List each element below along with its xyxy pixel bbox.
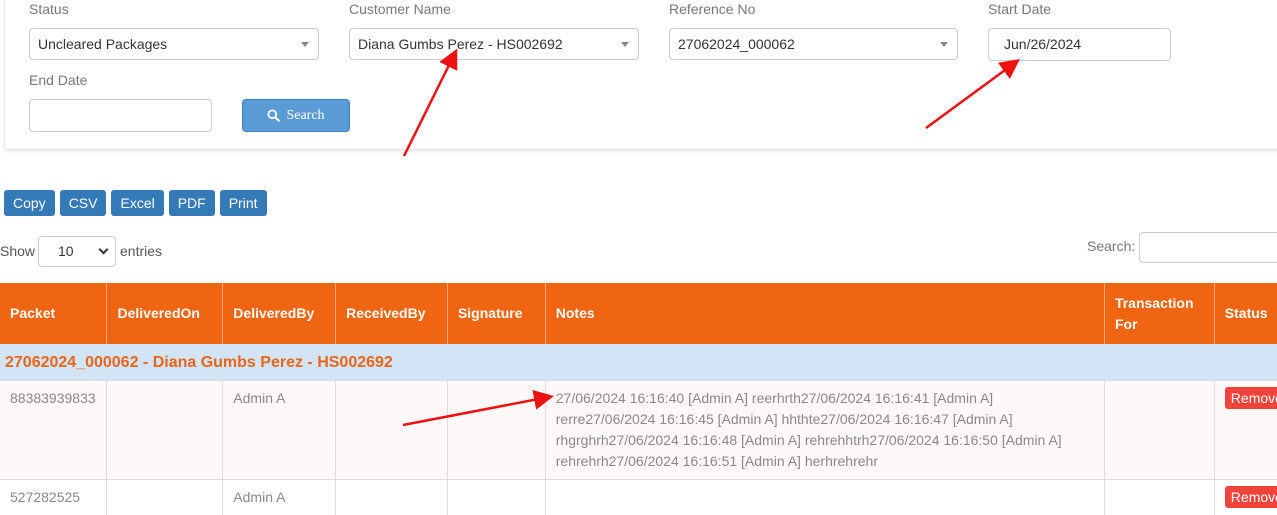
notes-cell: 27/06/2024 16:16:40 [Admin A] reerhrth27… — [545, 380, 1105, 480]
column-header-transaction-for[interactable]: Transaction For — [1104, 283, 1215, 344]
signature-cell — [447, 479, 546, 515]
caret-down-icon — [940, 42, 948, 47]
signature-cell — [447, 380, 546, 480]
table-row: 527282525 Admin A Remove — [0, 479, 1277, 515]
table-search-label: Search: — [1087, 238, 1136, 254]
column-header-delivered-by[interactable]: DeliveredBy — [222, 283, 337, 344]
start-date-label: Start Date — [988, 1, 1052, 17]
search-button[interactable]: Search — [242, 99, 350, 132]
customer-name-select[interactable]: Diana Gumbs Perez - HS002692 — [349, 28, 639, 60]
table-row: 88383939833 Admin A 27/06/2024 16:16:40 … — [0, 380, 1277, 480]
table-header-row: Packet DeliveredOn DeliveredBy ReceivedB… — [0, 283, 1277, 344]
received-by-cell — [335, 479, 448, 515]
end-date-label: End Date — [29, 72, 88, 88]
received-by-cell — [335, 380, 448, 480]
column-header-notes[interactable]: Notes — [545, 283, 1105, 344]
customer-name-label: Customer Name — [349, 1, 451, 17]
entries-per-page-select[interactable]: 10 — [38, 236, 116, 267]
print-button[interactable]: Print — [219, 190, 267, 216]
copy-button[interactable]: Copy — [4, 190, 55, 216]
group-header-row: 27062024_000062 - Diana Gumbs Perez - HS… — [0, 344, 1277, 381]
transaction-for-cell — [1104, 479, 1215, 515]
search-button-label: Search — [286, 107, 325, 123]
caret-down-icon — [621, 42, 629, 47]
page: Status Uncleared Packages Customer Name … — [0, 0, 1277, 515]
delivered-by-cell: Admin A — [222, 479, 337, 515]
delivered-on-cell — [106, 380, 224, 480]
caret-down-icon — [301, 42, 309, 47]
transaction-for-cell — [1104, 380, 1215, 480]
group-header-label: 27062024_000062 - Diana Gumbs Perez - HS… — [0, 344, 1277, 381]
entries-per-page-value: 10 — [58, 243, 74, 259]
delivered-on-cell — [106, 479, 224, 515]
excel-button[interactable]: Excel — [111, 190, 164, 216]
status-select[interactable]: Uncleared Packages — [29, 28, 319, 60]
reference-no-label: Reference No — [669, 1, 756, 17]
start-date-input[interactable]: Jun/26/2024 — [988, 28, 1171, 61]
column-header-received-by[interactable]: ReceivedBy — [335, 283, 448, 344]
end-date-input[interactable] — [29, 99, 212, 132]
search-icon — [267, 109, 281, 122]
csv-button[interactable]: CSV — [59, 190, 107, 216]
column-header-packet[interactable]: Packet — [0, 283, 108, 344]
column-header-status[interactable]: Status — [1214, 283, 1277, 344]
status-cell: Remove — [1214, 380, 1277, 480]
packet-cell: 88383939833 — [0, 380, 108, 480]
packages-table: Packet DeliveredOn DeliveredBy ReceivedB… — [0, 283, 1277, 515]
export-toolbar: Copy CSV Excel PDF Print — [4, 190, 267, 216]
notes-cell — [545, 479, 1105, 515]
pdf-button[interactable]: PDF — [168, 190, 215, 216]
status-label: Status — [29, 1, 69, 17]
packet-cell: 527282525 — [0, 479, 108, 515]
reference-no-select[interactable]: 27062024_000062 — [669, 28, 958, 60]
table-search-input[interactable] — [1139, 232, 1277, 263]
status-select-value: Uncleared Packages — [38, 36, 168, 52]
delivered-by-cell: Admin A — [222, 380, 337, 480]
start-date-value: Jun/26/2024 — [1004, 36, 1082, 52]
customer-name-select-value: Diana Gumbs Perez - HS002692 — [358, 36, 563, 52]
status-cell: Remove — [1214, 479, 1277, 515]
remove-button[interactable]: Remove — [1224, 387, 1277, 409]
entries-label: entries — [120, 243, 163, 259]
show-label: Show — [0, 243, 36, 259]
column-header-signature[interactable]: Signature — [447, 283, 546, 344]
reference-no-select-value: 27062024_000062 — [678, 36, 795, 52]
chevron-down-icon — [98, 244, 109, 255]
column-header-delivered-on[interactable]: DeliveredOn — [106, 283, 224, 344]
remove-button[interactable]: Remove — [1224, 486, 1277, 508]
